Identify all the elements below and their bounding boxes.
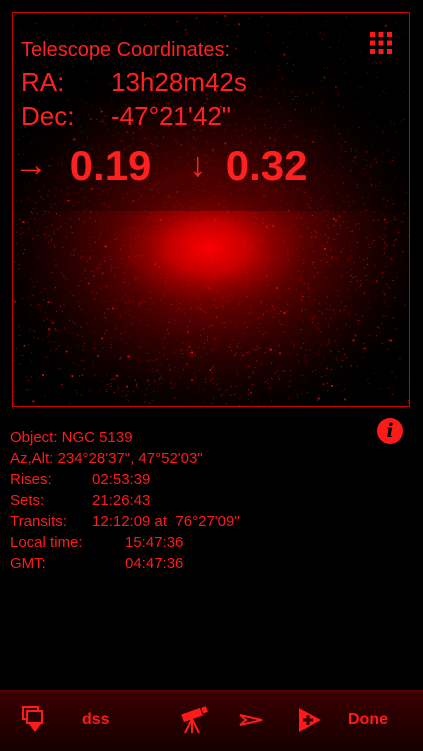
telescope-coordinates-title: Telescope Coordinates: (21, 39, 230, 62)
sets-row: Sets:21:26:43 (10, 490, 240, 511)
gmt-row: GMT:04:47:36 (10, 553, 240, 574)
dec-value: -47°21'42" (111, 101, 231, 131)
gmt-label: GMT: (10, 553, 125, 574)
bottom-toolbar: dss Done (0, 690, 423, 751)
transits-time: 12:12:09 at (92, 513, 167, 530)
grid-icon[interactable] (369, 31, 393, 55)
ra-value: 13h28m42s (111, 67, 247, 97)
transits-alt: 76°27'09" (175, 513, 239, 530)
sets-value: 21:26:43 (92, 492, 150, 509)
offset-readout: → 0.19 ↓ 0.32 (0, 142, 308, 190)
local-time-label: Local time: (10, 532, 125, 553)
rises-row: Rises:02:53:39 (10, 469, 240, 490)
gmt-value: 04:47:36 (125, 555, 183, 572)
layers-icon[interactable] (21, 705, 47, 735)
dec-label: Dec: (21, 101, 111, 132)
down-arrow-icon: ↓ (189, 146, 206, 184)
pointer-icon[interactable] (238, 705, 264, 735)
local-time-value: 15:47:36 (125, 534, 183, 551)
rises-label: Rises: (10, 469, 92, 490)
right-arrow-icon: → (14, 146, 48, 184)
telescope-icon[interactable] (178, 705, 208, 735)
info-icon[interactable]: i (377, 418, 403, 444)
object-info-panel: Object: NGC 5139 Az,Alt: 234°28'37", 47°… (10, 427, 240, 574)
offset-right-value: 0.19 (70, 142, 152, 189)
az-alt: Az,Alt: 234°28'37", 47°52'03" (10, 448, 240, 469)
ra-label: RA: (21, 67, 111, 98)
slew-icon[interactable] (296, 705, 324, 735)
transits-row: Transits:12:12:09 at 76°27'09" (10, 511, 240, 532)
dec-row: Dec:-47°21'42" (21, 101, 231, 132)
sky-image-frame[interactable]: Telescope Coordinates: RA:13h28m42s Dec:… (12, 12, 410, 407)
transits-label: Transits: (10, 511, 92, 532)
dss-button[interactable]: dss (82, 705, 110, 735)
done-button[interactable]: Done (348, 705, 388, 735)
object-name: Object: NGC 5139 (10, 427, 240, 448)
sets-label: Sets: (10, 490, 92, 511)
local-time-row: Local time:15:47:36 (10, 532, 240, 553)
rises-value: 02:53:39 (92, 471, 150, 488)
ra-row: RA:13h28m42s (21, 67, 247, 98)
offset-down-value: 0.32 (226, 142, 308, 189)
